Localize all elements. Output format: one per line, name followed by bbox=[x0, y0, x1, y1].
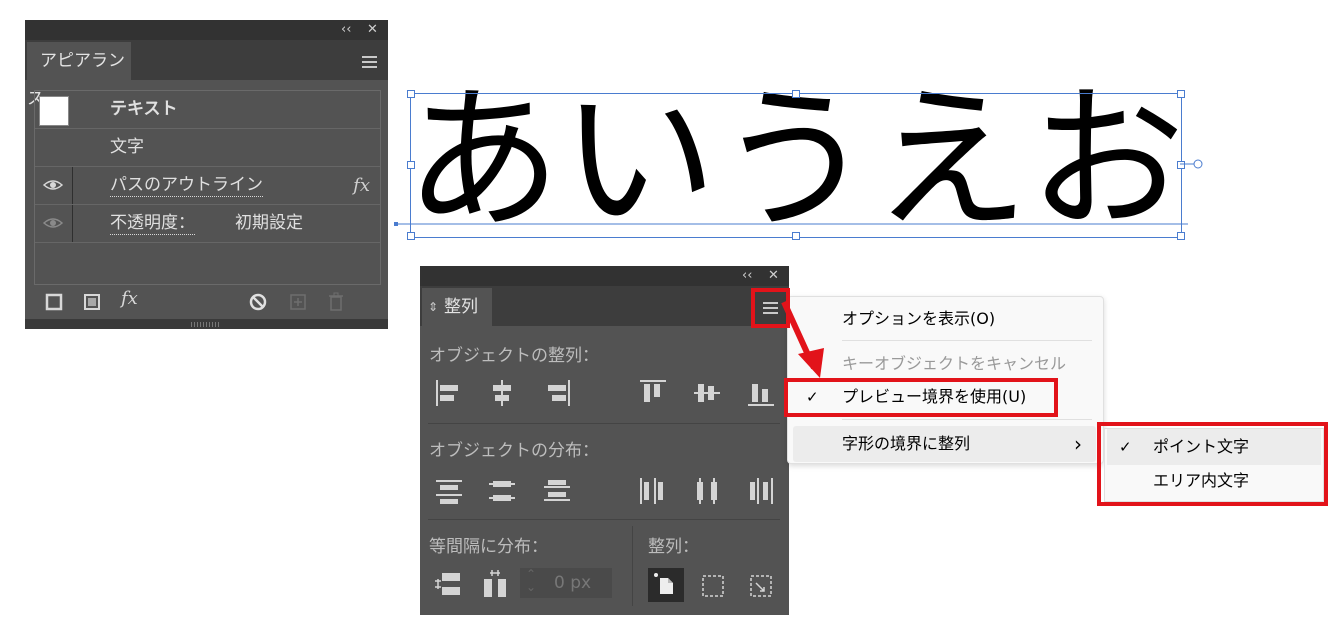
align-panel: ‹‹ ✕ ⇕ 整列 オブジェクトの整列： オブジェクトの分布： 等間隔に分布： … bbox=[420, 266, 789, 615]
align-left-icon[interactable] bbox=[434, 378, 464, 408]
menu-item-cancel-key-object: キーオブジェクトをキャンセル bbox=[788, 346, 1103, 382]
text-baseline bbox=[394, 222, 1188, 226]
horizontal-distribute-space-icon[interactable] bbox=[480, 569, 510, 599]
distribute-bottom-icon[interactable] bbox=[542, 476, 572, 506]
distribute-horizontal-center-icon[interactable] bbox=[692, 476, 722, 506]
menu-item-show-options[interactable]: オプションを表示(O) bbox=[788, 301, 1103, 337]
align-vertical-center-icon[interactable] bbox=[692, 378, 722, 408]
menu-item-label: 字形の境界に整列 bbox=[842, 434, 971, 453]
add-stroke-icon[interactable] bbox=[45, 293, 63, 311]
chevron-right-icon: › bbox=[1074, 432, 1082, 456]
appearance-list: テキスト 文字 パスのアウトライン fx 不透明度： 初期設定 bbox=[34, 90, 381, 285]
selection-bounding-box[interactable] bbox=[407, 90, 1185, 240]
appearance-toolbar: fx bbox=[25, 283, 388, 319]
resize-handle[interactable] bbox=[1177, 90, 1185, 98]
close-panel-button[interactable]: ✕ bbox=[768, 268, 779, 284]
resize-handle[interactable] bbox=[1177, 232, 1185, 240]
fx-icon[interactable]: fx bbox=[353, 167, 370, 204]
fill-swatch[interactable] bbox=[39, 96, 69, 126]
row-label-link[interactable]: パスのアウトライン bbox=[110, 174, 263, 197]
eye-icon[interactable] bbox=[43, 215, 63, 231]
red-arrow-icon bbox=[781, 300, 824, 378]
align-to-key-object-button[interactable] bbox=[648, 568, 684, 602]
add-effect-icon[interactable]: fx bbox=[121, 288, 138, 309]
row-label: 文字 bbox=[110, 137, 144, 157]
menu-item-label: オプションを表示(O) bbox=[842, 309, 996, 328]
opacity-label-link[interactable]: 不透明度： bbox=[110, 212, 195, 235]
section-distribute-objects-label: オブジェクトの分布： bbox=[429, 441, 599, 461]
align-top-icon[interactable] bbox=[638, 378, 668, 408]
panel-menu-icon[interactable] bbox=[362, 56, 377, 68]
collapse-panel-button[interactable]: ‹‹ bbox=[742, 268, 752, 284]
distribute-top-icon[interactable] bbox=[434, 476, 464, 506]
section-align-objects-label: オブジェクトの整列： bbox=[429, 346, 599, 366]
appearance-panel-titlebar: ‹‹ ✕ bbox=[25, 20, 388, 40]
opacity-value: 初期設定 bbox=[235, 213, 303, 233]
tab-label: 整列 bbox=[444, 297, 478, 317]
eye-icon[interactable] bbox=[43, 177, 63, 193]
collapse-panel-button[interactable]: ‹‹ bbox=[341, 22, 351, 38]
tab-appearance[interactable]: アピアランス bbox=[27, 42, 131, 109]
resize-handle[interactable] bbox=[407, 161, 415, 169]
section-align-to-label: 整列： bbox=[648, 537, 699, 557]
appearance-panel: ‹‹ ✕ アピアランス テキスト 文字 パスのアウトライン fx 不透明度： 初… bbox=[25, 20, 388, 329]
align-right-icon[interactable] bbox=[542, 378, 572, 408]
resize-handle[interactable] bbox=[792, 232, 800, 240]
clear-appearance-icon[interactable] bbox=[249, 293, 267, 311]
align-panel-titlebar: ‹‹ ✕ bbox=[420, 266, 789, 286]
menu-item-align-to-glyph-bounds[interactable]: 字形の境界に整列 › bbox=[793, 426, 1096, 462]
distribute-right-icon[interactable] bbox=[746, 476, 776, 506]
point-text-end-handle[interactable] bbox=[1180, 158, 1204, 170]
spacing-value: 0 px bbox=[554, 573, 592, 593]
trash-icon[interactable] bbox=[327, 292, 345, 312]
tab-align[interactable]: ⇕ 整列 bbox=[422, 288, 492, 326]
align-to-artboard-icon[interactable] bbox=[746, 571, 776, 601]
row-label: テキスト bbox=[110, 99, 178, 119]
resize-handle[interactable] bbox=[792, 90, 800, 98]
distribute-vertical-center-icon[interactable] bbox=[487, 476, 517, 506]
menu-item-label: キーオブジェクトをキャンセル bbox=[842, 354, 1067, 373]
resize-handle[interactable] bbox=[407, 90, 415, 98]
panel-resize-grip[interactable] bbox=[25, 319, 388, 329]
distribute-left-icon[interactable] bbox=[638, 476, 668, 506]
section-distribute-spacing-label: 等間隔に分布： bbox=[429, 537, 548, 557]
resize-handle[interactable] bbox=[407, 232, 415, 240]
stepper-icon[interactable]: ⌃ ⌄ bbox=[526, 568, 536, 594]
spacing-input[interactable]: ⌃ ⌄ 0 px bbox=[520, 568, 612, 598]
duplicate-item-icon[interactable] bbox=[289, 293, 307, 311]
highlight-point-text-submenu bbox=[1097, 422, 1328, 506]
tab-expand-icon[interactable]: ⇕ bbox=[428, 288, 438, 326]
list-item-opacity[interactable]: 不透明度： 初期設定 bbox=[35, 205, 380, 243]
add-fill-icon[interactable] bbox=[83, 293, 101, 311]
align-horizontal-center-icon[interactable] bbox=[487, 378, 517, 408]
list-item-character[interactable]: 文字 bbox=[35, 129, 380, 167]
vertical-distribute-space-icon[interactable] bbox=[434, 569, 464, 599]
close-panel-button[interactable]: ✕ bbox=[367, 22, 378, 38]
list-item-outline-path[interactable]: パスのアウトライン fx bbox=[35, 167, 380, 205]
align-to-selection-icon[interactable] bbox=[698, 571, 728, 601]
list-item-text[interactable]: テキスト bbox=[35, 91, 380, 129]
